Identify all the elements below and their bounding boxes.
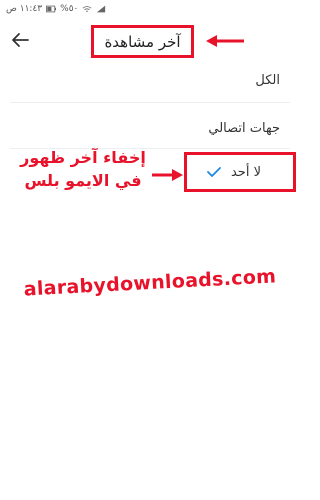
option-nobody-label: لا أحد bbox=[230, 164, 261, 180]
option-all-label: الكل bbox=[255, 72, 280, 88]
watermark: alarabydownloads.com bbox=[23, 265, 277, 301]
back-arrow-icon[interactable] bbox=[8, 28, 32, 52]
annotation-arrow-icon bbox=[152, 169, 183, 181]
checkmark-icon bbox=[207, 167, 221, 177]
app-bar: آخر مشاهدة bbox=[0, 22, 300, 60]
wifi-icon bbox=[82, 6, 92, 12]
signal-icon bbox=[97, 5, 106, 13]
battery-percent: %٥٠ bbox=[60, 4, 79, 14]
option-all[interactable]: الكل bbox=[10, 58, 280, 102]
status-bar: ١١:٤٣ ص %٥٠ bbox=[0, 0, 300, 20]
status-time: ١١:٤٣ ص bbox=[6, 4, 43, 14]
page-title-highlight: آخر مشاهدة bbox=[91, 25, 194, 58]
divider bbox=[10, 102, 290, 103]
annotation-line-1: إخفاء آخر ظهور bbox=[20, 148, 146, 167]
annotation-line-2: في الايمو بلس bbox=[24, 171, 142, 190]
battery-icon bbox=[46, 5, 57, 13]
title-annotation-arrow-icon bbox=[206, 35, 244, 47]
page-title: آخر مشاهدة bbox=[104, 32, 181, 51]
status-left: ١١:٤٣ ص %٥٠ bbox=[6, 4, 106, 14]
option-my-contacts[interactable]: جهات اتصالي bbox=[10, 106, 280, 150]
option-nobody[interactable]: لا أحد bbox=[184, 152, 296, 192]
option-my-contacts-label: جهات اتصالي bbox=[208, 120, 280, 136]
